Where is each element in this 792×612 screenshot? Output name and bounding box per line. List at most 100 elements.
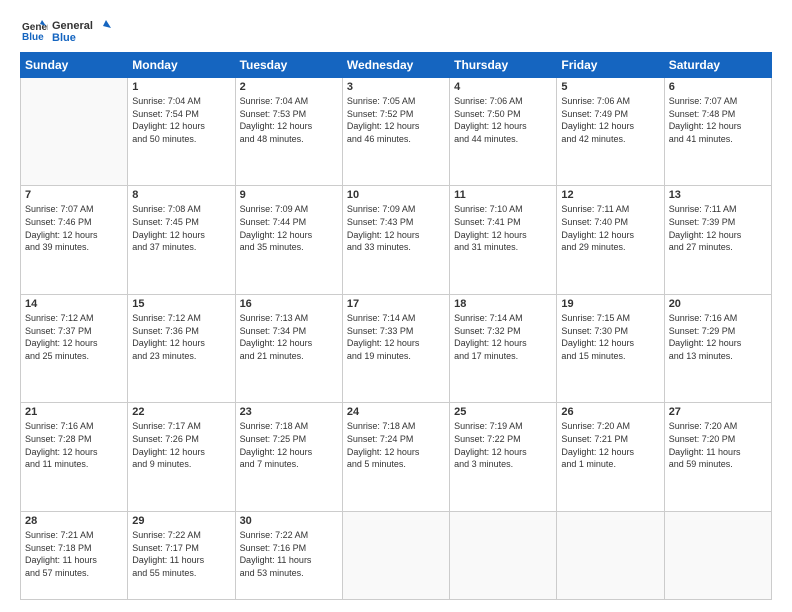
day-info: Sunrise: 7:05 AM Sunset: 7:52 PM Dayligh… — [347, 95, 445, 145]
calendar-cell — [450, 511, 557, 599]
calendar-cell — [21, 78, 128, 186]
day-info: Sunrise: 7:13 AM Sunset: 7:34 PM Dayligh… — [240, 312, 338, 362]
weekday-header-monday: Monday — [128, 53, 235, 78]
calendar-cell: 7Sunrise: 7:07 AM Sunset: 7:46 PM Daylig… — [21, 186, 128, 294]
svg-text:Blue: Blue — [52, 32, 76, 44]
day-info: Sunrise: 7:04 AM Sunset: 7:53 PM Dayligh… — [240, 95, 338, 145]
calendar-cell: 5 Sunrise: 7:06 AM Sunset: 7:49 PM Daylig… — [557, 78, 664, 186]
day-info: Sunrise: 7:04 AM Sunset: 7:54 PM Dayligh… — [132, 95, 230, 145]
day-number: 20 — [669, 298, 767, 310]
day-info: Sunrise: 7:21 AM Sunset: 7:18 PM Dayligh… — [25, 529, 123, 579]
calendar-cell: 12 Sunrise: 7:11 AM Sunset: 7:40 PM Dayli… — [557, 186, 664, 294]
calendar-cell: 20 Sunrise: 7:16 AM Sunset: 7:29 PM Dayli… — [664, 294, 771, 402]
calendar-cell: 16 Sunrise: 7:13 AM Sunset: 7:34 PM Dayli… — [235, 294, 342, 402]
day-number: 4 — [454, 81, 552, 93]
calendar-cell: 19 Sunrise: 7:15 AM Sunset: 7:30 PM Dayli… — [557, 294, 664, 402]
day-info: Sunrise: 7:12 AM Sunset: 7:36 PM Dayligh… — [132, 312, 230, 362]
day-info: Sunrise: 7:20 AM Sunset: 7:20 PM Dayligh… — [669, 420, 767, 470]
day-number: 2 — [240, 81, 338, 93]
calendar-cell: 9 Sunrise: 7:09 AM Sunset: 7:44 PM Daylig… — [235, 186, 342, 294]
weekday-header-sunday: Sunday — [21, 53, 128, 78]
svg-text:General: General — [52, 20, 93, 32]
calendar-cell: 30 Sunrise: 7:22 AM Sunset: 7:16 PM Dayli… — [235, 511, 342, 599]
calendar-cell — [664, 511, 771, 599]
day-number: 18 — [454, 298, 552, 310]
day-info: Sunrise: 7:08 AM Sunset: 7:45 PM Dayligh… — [132, 203, 230, 253]
day-info: Sunrise: 7:11 AM Sunset: 7:39 PM Dayligh… — [669, 203, 767, 253]
calendar-cell: 17 Sunrise: 7:14 AM Sunset: 7:33 PM Dayli… — [342, 294, 449, 402]
day-info: Sunrise: 7:16 AM Sunset: 7:29 PM Dayligh… — [669, 312, 767, 362]
day-info: Sunrise: 7:11 AM Sunset: 7:40 PM Dayligh… — [561, 203, 659, 253]
calendar-cell: 25 Sunrise: 7:19 AM Sunset: 7:22 PM Dayli… — [450, 403, 557, 511]
day-number: 8 — [132, 189, 230, 201]
day-number: 26 — [561, 406, 659, 418]
day-number: 10 — [347, 189, 445, 201]
calendar-cell: 11 Sunrise: 7:10 AM Sunset: 7:41 PM Dayli… — [450, 186, 557, 294]
day-info: Sunrise: 7:06 AM Sunset: 7:49 PM Dayligh… — [561, 95, 659, 145]
weekday-header-friday: Friday — [557, 53, 664, 78]
svg-text:Blue: Blue — [22, 32, 44, 43]
weekday-header-thursday: Thursday — [450, 53, 557, 78]
calendar-cell: 27Sunrise: 7:20 AM Sunset: 7:20 PM Dayli… — [664, 403, 771, 511]
day-info: Sunrise: 7:14 AM Sunset: 7:32 PM Dayligh… — [454, 312, 552, 362]
logo-icon: General Blue — [20, 16, 48, 44]
day-info: Sunrise: 7:07 AM Sunset: 7:48 PM Dayligh… — [669, 95, 767, 145]
day-info: Sunrise: 7:18 AM Sunset: 7:25 PM Dayligh… — [240, 420, 338, 470]
day-info: Sunrise: 7:14 AM Sunset: 7:33 PM Dayligh… — [347, 312, 445, 362]
day-info: Sunrise: 7:10 AM Sunset: 7:41 PM Dayligh… — [454, 203, 552, 253]
weekday-header-wednesday: Wednesday — [342, 53, 449, 78]
day-number: 16 — [240, 298, 338, 310]
page-header: General Blue General Blue — [20, 16, 772, 44]
calendar-cell: 13 Sunrise: 7:11 AM Sunset: 7:39 PM Dayli… — [664, 186, 771, 294]
calendar-cell: 21 Sunrise: 7:16 AM Sunset: 7:28 PM Dayli… — [21, 403, 128, 511]
day-number: 5 — [561, 81, 659, 93]
day-number: 22 — [132, 406, 230, 418]
calendar-cell: 6 Sunrise: 7:07 AM Sunset: 7:48 PM Daylig… — [664, 78, 771, 186]
weekday-header-tuesday: Tuesday — [235, 53, 342, 78]
calendar-cell: 1Sunrise: 7:04 AM Sunset: 7:54 PM Daylig… — [128, 78, 235, 186]
day-number: 17 — [347, 298, 445, 310]
calendar-cell: 23 Sunrise: 7:18 AM Sunset: 7:25 PM Dayli… — [235, 403, 342, 511]
day-number: 25 — [454, 406, 552, 418]
calendar-cell: 2 Sunrise: 7:04 AM Sunset: 7:53 PM Daylig… — [235, 78, 342, 186]
calendar-table: SundayMondayTuesdayWednesdayThursdayFrid… — [20, 52, 772, 600]
day-number: 19 — [561, 298, 659, 310]
day-number: 12 — [561, 189, 659, 201]
calendar-cell — [342, 511, 449, 599]
day-number: 28 — [25, 515, 123, 527]
day-info: Sunrise: 7:19 AM Sunset: 7:22 PM Dayligh… — [454, 420, 552, 470]
day-number: 9 — [240, 189, 338, 201]
calendar-cell: 15Sunrise: 7:12 AM Sunset: 7:36 PM Dayli… — [128, 294, 235, 402]
day-number: 3 — [347, 81, 445, 93]
day-info: Sunrise: 7:06 AM Sunset: 7:50 PM Dayligh… — [454, 95, 552, 145]
day-number: 29 — [132, 515, 230, 527]
calendar-cell — [557, 511, 664, 599]
day-number: 30 — [240, 515, 338, 527]
day-info: Sunrise: 7:20 AM Sunset: 7:21 PM Dayligh… — [561, 420, 659, 470]
weekday-header-saturday: Saturday — [664, 53, 771, 78]
day-number: 7 — [25, 189, 123, 201]
calendar-cell: 18 Sunrise: 7:14 AM Sunset: 7:32 PM Dayli… — [450, 294, 557, 402]
day-number: 21 — [25, 406, 123, 418]
logo-text: General Blue — [52, 16, 112, 44]
calendar-cell: 10Sunrise: 7:09 AM Sunset: 7:43 PM Dayli… — [342, 186, 449, 294]
calendar-cell: 26 Sunrise: 7:20 AM Sunset: 7:21 PM Dayli… — [557, 403, 664, 511]
day-info: Sunrise: 7:16 AM Sunset: 7:28 PM Dayligh… — [25, 420, 123, 470]
calendar-cell: 24 Sunrise: 7:18 AM Sunset: 7:24 PM Dayli… — [342, 403, 449, 511]
day-info: Sunrise: 7:12 AM Sunset: 7:37 PM Dayligh… — [25, 312, 123, 362]
calendar-cell: 29Sunrise: 7:22 AM Sunset: 7:17 PM Dayli… — [128, 511, 235, 599]
calendar-cell: 28 Sunrise: 7:21 AM Sunset: 7:18 PM Dayli… — [21, 511, 128, 599]
day-number: 13 — [669, 189, 767, 201]
day-info: Sunrise: 7:22 AM Sunset: 7:16 PM Dayligh… — [240, 529, 338, 579]
day-number: 24 — [347, 406, 445, 418]
day-number: 11 — [454, 189, 552, 201]
day-info: Sunrise: 7:18 AM Sunset: 7:24 PM Dayligh… — [347, 420, 445, 470]
calendar-cell: 8 Sunrise: 7:08 AM Sunset: 7:45 PM Daylig… — [128, 186, 235, 294]
day-number: 6 — [669, 81, 767, 93]
day-info: Sunrise: 7:15 AM Sunset: 7:30 PM Dayligh… — [561, 312, 659, 362]
logo: General Blue General Blue — [20, 16, 112, 44]
day-number: 23 — [240, 406, 338, 418]
day-info: Sunrise: 7:09 AM Sunset: 7:44 PM Dayligh… — [240, 203, 338, 253]
calendar-cell: 4 Sunrise: 7:06 AM Sunset: 7:50 PM Daylig… — [450, 78, 557, 186]
calendar-cell: 22Sunrise: 7:17 AM Sunset: 7:26 PM Dayli… — [128, 403, 235, 511]
